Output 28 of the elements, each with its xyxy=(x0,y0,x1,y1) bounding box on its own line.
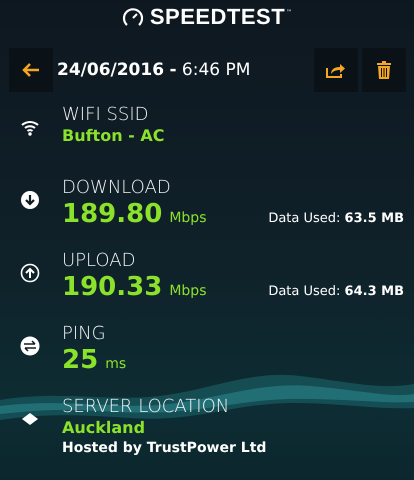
result-value: Bufton - AC xyxy=(62,126,164,146)
result-label: PING xyxy=(62,323,107,345)
share-icon xyxy=(326,62,346,78)
unit-label: Mbps xyxy=(169,210,206,226)
result-value: 25 xyxy=(62,345,98,375)
data-used-text: Data Used: 63.5 MB xyxy=(268,211,404,226)
app-logo-text: SPEEDTEST xyxy=(150,4,286,30)
result-label: WIFI SSID xyxy=(62,104,150,126)
unit-label: ms xyxy=(105,356,126,372)
result-label: UPLOAD xyxy=(62,250,136,272)
host-text: Hosted by TrustPower Ltd xyxy=(62,439,268,458)
unit-label: Mbps xyxy=(169,283,206,299)
test-date-time: 24/06/2016 - 6:46 PM xyxy=(57,60,252,80)
back-arrow-icon xyxy=(22,63,40,77)
ping-icon xyxy=(20,336,40,356)
delete-button[interactable] xyxy=(362,48,406,92)
result-value: Auckland xyxy=(62,418,146,438)
download-icon xyxy=(20,190,40,210)
result-label: SERVER LOCATION xyxy=(62,396,230,418)
share-button[interactable] xyxy=(314,48,358,92)
trash-icon xyxy=(377,61,391,79)
speedometer-icon xyxy=(122,7,144,27)
result-label: DOWNLOAD xyxy=(62,177,172,199)
result-value: 190.33 xyxy=(62,272,162,302)
upload-icon xyxy=(20,263,40,283)
back-button[interactable] xyxy=(9,48,53,92)
result-value: 189.80 xyxy=(62,199,162,229)
data-used-text: Data Used: 64.3 MB xyxy=(268,284,404,299)
